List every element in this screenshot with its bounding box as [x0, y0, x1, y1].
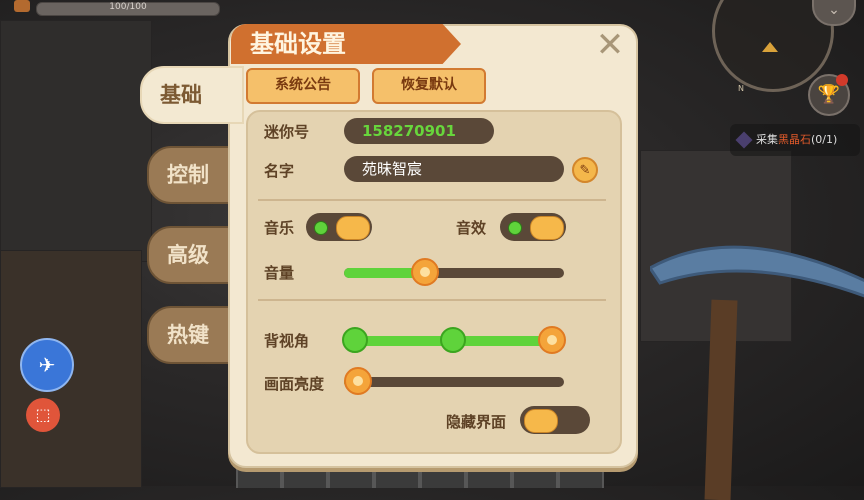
hide-ui-label: 隐藏界面	[446, 413, 507, 431]
health-text: 100/100	[109, 2, 147, 12]
quest-item: 黑晶石	[778, 133, 811, 146]
hide-ui-toggle[interactable]	[520, 406, 590, 434]
screen-record-icon[interactable]: ⬚	[26, 398, 60, 432]
name-label: 名字	[264, 162, 295, 180]
toggle-knob	[524, 409, 558, 433]
volume-slider[interactable]	[344, 258, 564, 286]
toggle-on-indicator	[508, 221, 522, 235]
quest-prefix: 采集	[756, 133, 778, 146]
brightness-slider[interactable]	[344, 367, 564, 395]
music-label: 音乐	[264, 219, 295, 237]
health-bar: 100/100	[36, 2, 220, 16]
tab-advanced[interactable]: 高级	[147, 226, 241, 284]
bg-block	[0, 20, 152, 262]
volume-thumb[interactable]	[411, 258, 439, 286]
restore-default-button[interactable]: 恢复默认	[372, 68, 486, 104]
mini-id-label: 迷你号	[264, 123, 310, 141]
toggle-knob	[530, 216, 564, 240]
back-view-label: 背视角	[264, 332, 310, 350]
tab-control[interactable]: 控制	[147, 146, 241, 204]
volume-label: 音量	[264, 264, 295, 282]
edit-pencil-icon[interactable]: ✎	[572, 157, 598, 183]
notification-dot	[836, 74, 848, 86]
divider	[258, 199, 606, 201]
pickaxe-icon	[650, 245, 864, 298]
compass-north-label: N	[738, 84, 744, 93]
gem-icon	[735, 131, 753, 149]
brightness-thumb[interactable]	[344, 367, 372, 395]
compass-arrow-icon	[762, 42, 778, 52]
close-icon[interactable]: ✕	[592, 28, 628, 64]
back-view-node[interactable]	[440, 327, 466, 353]
health-icon	[14, 0, 30, 12]
quest-tracker[interactable]: 采集黑晶石(0/1)	[730, 124, 860, 156]
music-toggle[interactable]	[306, 213, 372, 241]
quest-progress: (0/1)	[811, 133, 838, 146]
mini-id-value: 158270901	[344, 118, 494, 144]
pickaxe-handle	[704, 299, 738, 500]
announcement-button[interactable]: 系统公告	[246, 68, 360, 104]
divider	[258, 299, 606, 301]
back-view-thumb[interactable]	[538, 326, 566, 354]
back-view-node[interactable]	[342, 327, 368, 353]
sound-effect-toggle[interactable]	[500, 213, 566, 241]
back-view-slider[interactable]	[342, 326, 566, 354]
sound-effect-label: 音效	[456, 219, 487, 237]
qq-bubble-icon[interactable]: ✈	[20, 338, 74, 392]
toggle-knob	[336, 216, 370, 240]
toggle-on-indicator	[314, 221, 328, 235]
tab-basic[interactable]: 基础	[140, 66, 244, 124]
tab-hotkeys[interactable]: 热键	[147, 306, 241, 364]
page-title: 基础设置	[250, 30, 346, 58]
brightness-label: 画面亮度	[264, 375, 325, 393]
name-field[interactable]: 苑昧智宸	[344, 156, 564, 182]
